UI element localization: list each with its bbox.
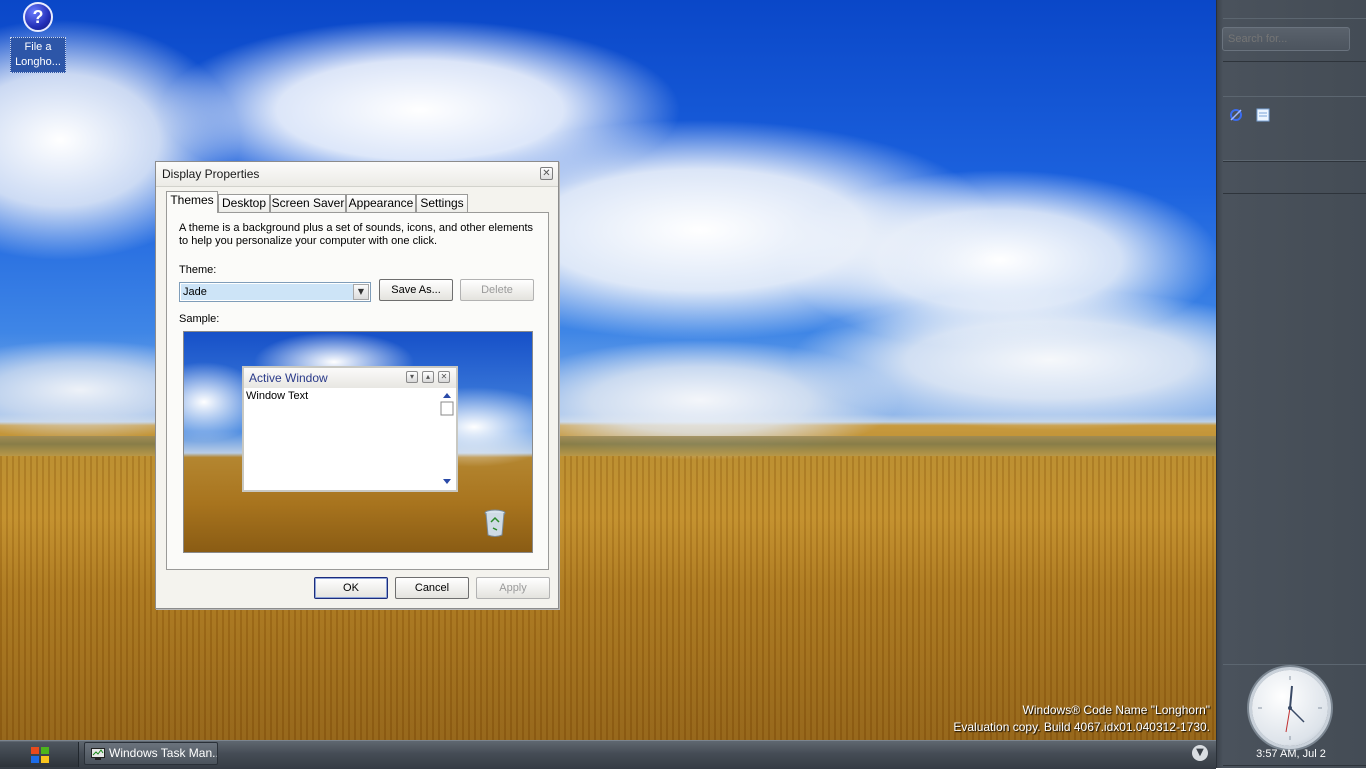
blue-swirl-icon[interactable] — [1228, 108, 1244, 122]
taskbar-button-task-manager[interactable]: Windows Task Man... — [84, 742, 218, 765]
sample-scrollbar — [440, 393, 454, 484]
ok-button[interactable]: OK — [314, 577, 388, 599]
sample-window-title: Active Window — [249, 371, 328, 385]
desktop-icon-label-text: File a Longho... — [15, 41, 61, 68]
sidebar-empty-section — [1223, 160, 1366, 194]
clock-minute-hand — [1289, 707, 1305, 723]
save-as-button[interactable]: Save As... — [379, 279, 453, 301]
tab-settings[interactable]: Settings — [416, 194, 468, 212]
help-icon: ? — [23, 2, 53, 32]
tab-settings-label: Settings — [420, 196, 464, 210]
tab-desktop[interactable]: Desktop — [218, 194, 270, 212]
sidebar-tiles-section — [1223, 96, 1366, 162]
notepad-icon[interactable] — [1255, 108, 1271, 122]
analog-clock[interactable] — [1252, 670, 1328, 746]
save-as-label: Save As... — [391, 284, 441, 296]
watermark-line-1: Windows® Code Name "Longhorn" — [1022, 703, 1210, 717]
tab-themes-label: Themes — [170, 193, 214, 207]
sidebar-search-input[interactable] — [1222, 27, 1350, 51]
clock-hour-hand — [1289, 685, 1293, 709]
tab-desktop-label: Desktop — [221, 196, 267, 210]
close-icon[interactable]: ✕ — [540, 167, 553, 180]
build-watermark: Windows® Code Name "Longhorn" Evaluation… — [953, 702, 1210, 736]
clock-face — [1258, 676, 1322, 740]
tab-themes[interactable]: Themes — [166, 191, 218, 213]
clock-time: 3:57 AM, Jul 2 — [1256, 748, 1326, 760]
ok-label: OK — [343, 582, 359, 594]
delete-label: Delete — [481, 284, 513, 296]
themes-description-line-2: to help you personalize your computer wi… — [179, 235, 438, 247]
sample-window-titlebar: Active Window ▾ ▴ ✕ — [244, 368, 456, 388]
tab-screen-saver-label: Screen Saver — [271, 196, 345, 210]
close-icon: ✕ — [438, 371, 450, 383]
apply-button[interactable]: Apply — [476, 577, 550, 599]
taskbar-button-label: Windows Task Man... — [109, 746, 218, 760]
delete-button[interactable]: Delete — [460, 279, 534, 301]
minimize-icon: ▾ — [406, 371, 418, 383]
cancel-button[interactable]: Cancel — [395, 577, 469, 599]
tab-screen-saver[interactable]: Screen Saver — [270, 194, 346, 212]
sample-label: Sample: — [179, 313, 220, 325]
display-properties-dialog: Display Properties ✕ Themes Desktop Scre… — [155, 161, 559, 609]
cancel-label: Cancel — [414, 582, 450, 594]
dialog-title: Display Properties — [162, 167, 260, 181]
apply-label: Apply — [499, 582, 527, 594]
maximize-icon: ▴ — [422, 371, 434, 383]
clock-second-hand — [1285, 707, 1291, 733]
theme-sample-preview: Active Window ▾ ▴ ✕ Window Text — [183, 331, 533, 553]
start-button[interactable] — [0, 742, 79, 767]
themes-description-line-1: A theme is a background plus a set of so… — [179, 222, 534, 234]
theme-label: Theme: — [179, 264, 217, 276]
theme-select[interactable]: Jade ▼ — [179, 282, 371, 302]
dialog-titlebar[interactable]: Display Properties ✕ — [156, 162, 558, 187]
chevron-down-icon[interactable]: ▼ — [1192, 745, 1208, 761]
windows-flag-icon — [31, 747, 49, 763]
task-manager-icon — [91, 748, 105, 760]
watermark-line-2: Evaluation copy. Build 4067.idx01.040312… — [953, 720, 1210, 734]
desktop-icon-label: File a Longho... — [10, 37, 66, 73]
themes-description: A theme is a background plus a set of so… — [179, 222, 539, 248]
sample-active-window: Active Window ▾ ▴ ✕ Window Text — [242, 366, 458, 492]
theme-select-value: Jade — [181, 284, 353, 300]
desktop-icon-file-a-longhorn[interactable]: ? File a Longho... — [10, 2, 66, 73]
chevron-down-icon[interactable]: ▼ — [353, 284, 369, 300]
tab-appearance[interactable]: Appearance — [346, 194, 416, 212]
sample-window-text: Window Text — [246, 390, 309, 402]
recycle-bin-icon — [484, 509, 506, 537]
tab-appearance-label: Appearance — [348, 196, 414, 210]
